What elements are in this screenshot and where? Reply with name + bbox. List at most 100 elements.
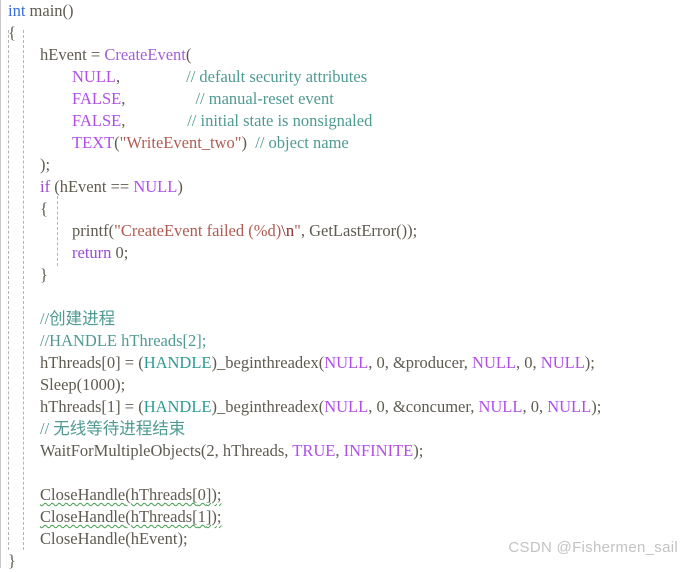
code-token: (hThreads[ [125,485,198,504]
code-token: 0 [115,243,124,262]
code-line[interactable]: WaitForMultipleObjects(2, hThreads, TRUE… [0,440,686,462]
code-token: = [90,45,105,64]
code-line-text: hEvent = CreateEvent( [40,45,191,64]
code-line-text: } [40,265,48,284]
code-token: 1000 [82,375,116,394]
code-line[interactable]: hEvent = CreateEvent( [0,44,686,66]
code-token: //创建进程 [40,309,116,328]
code-line[interactable]: { [0,22,686,44]
code-line-list[interactable]: int main(){hEvent = CreateEvent(NULL, //… [0,0,686,572]
code-token: // default security attributes [186,67,368,86]
code-line[interactable]: //创建进程 [0,308,686,330]
code-token: 0 [197,485,206,504]
code-line-text: return 0; [72,243,128,262]
code-token: , [538,397,548,416]
code-line[interactable]: { [0,198,686,220]
code-viewer: int main(){hEvent = CreateEvent(NULL, //… [0,0,686,570]
code-token: ); [115,375,126,394]
code-token: // 无线等待进程结束 [40,419,186,438]
code-token: ); [584,353,595,372]
code-token: , [335,441,344,460]
code-token: , [300,221,310,240]
code-token: NULL [324,353,369,372]
code-line[interactable]: if (hEvent == NULL) [0,176,686,198]
code-line-error-text: CloseHandle(hThreads[1]); [40,507,221,526]
code-line[interactable]: return 0; [0,242,686,264]
code-token: , hThreads, [214,441,293,460]
code-token: main [29,1,63,20]
code-line[interactable]: NULL, // default security attributes [0,66,686,88]
code-token: // object name [255,133,349,152]
code-token: )_beginthreadex( [211,397,325,416]
code-token: 0 [524,353,533,372]
code-token: ]) [205,507,217,526]
code-token: TEXT [72,133,115,152]
code-line-text: //HANDLE hThreads[2]; [40,331,206,350]
code-line-text: FALSE, // manual-reset event [72,89,334,108]
code-token: 0 [106,353,116,372]
code-token: return [72,243,112,262]
code-line[interactable] [0,462,686,484]
code-token: "WriteEvent_two" [119,133,242,152]
code-line[interactable]: TEXT("WriteEvent_two") // object name [0,132,686,154]
code-token: ]) [205,485,217,504]
code-line[interactable]: FALSE, // manual-reset event [0,88,686,110]
code-line[interactable]: hThreads[1] = (HANDLE)_beginthreadex(NUL… [0,396,686,418]
code-line-text: TEXT("WriteEvent_two") // object name [72,133,349,152]
code-token: Sleep [40,375,77,394]
code-token: int [8,1,26,20]
code-token: // initial state is nonsignaled [187,111,373,130]
code-token: )_beginthreadex( [211,353,325,372]
code-token: (hEvent); [125,529,188,548]
code-line[interactable]: printf("CreateEvent failed (%d)\n", GetL… [0,220,686,242]
code-token: hThreads[ [40,353,107,372]
code-line[interactable]: Sleep(1000); [0,374,686,396]
code-token: ; [123,243,129,262]
code-token: , &concumer, [384,397,479,416]
code-token: , [532,353,541,372]
code-line-text: hThreads[1] = (HANDLE)_beginthreadex(NUL… [40,397,601,416]
code-line[interactable]: CloseHandle(hThreads[0]); [0,484,686,506]
code-line-text: FALSE, // initial state is nonsignaled [72,111,372,130]
code-token: ) [177,177,183,196]
code-line[interactable]: hThreads[0] = (HANDLE)_beginthreadex(NUL… [0,352,686,374]
code-line-text: printf("CreateEvent failed (%d)\n", GetL… [72,221,417,240]
code-line[interactable]: ); [0,154,686,176]
code-token: HANDLE [143,353,212,372]
code-token: 0 [376,397,385,416]
code-token: NULL [540,353,585,372]
code-line[interactable]: // 无线等待进程结束 [0,418,686,440]
code-token: } [40,265,48,284]
code-line[interactable]: //HANDLE hThreads[2]; [0,330,686,352]
code-token: ; [216,507,222,526]
code-token: printf [72,221,109,240]
code-token: hThreads[ [40,397,107,416]
code-token: ; [216,485,222,504]
code-line[interactable]: } [0,264,686,286]
code-token: ); [40,155,51,174]
code-line-text: NULL, // default security attributes [72,67,367,86]
code-token: CloseHandle [40,507,126,526]
code-line[interactable]: CloseHandle(hThreads[1]); [0,506,686,528]
code-token: ()); [396,221,418,240]
code-line-text: CloseHandle(hEvent); [40,529,188,548]
code-token: { [8,23,16,42]
code-token: (hThreads[ [125,507,198,526]
code-line-text: hThreads[0] = (HANDLE)_beginthreadex(NUL… [40,353,595,372]
code-token: } [8,551,16,570]
code-token: ] = ( [115,353,144,372]
code-token: NULL [547,397,592,416]
code-token: TRUE [292,441,336,460]
code-token: //HANDLE hThreads[2]; [40,331,207,350]
code-token: CloseHandle [40,485,126,504]
code-line-text: } [8,551,16,570]
code-token: NULL [478,397,523,416]
code-line[interactable]: FALSE, // initial state is nonsignaled [0,110,686,132]
code-line[interactable] [0,286,686,308]
code-line[interactable]: int main() [0,0,686,22]
code-token: 1 [106,397,116,416]
code-token: , &producer, [384,353,473,372]
code-token: 2 [206,441,215,460]
